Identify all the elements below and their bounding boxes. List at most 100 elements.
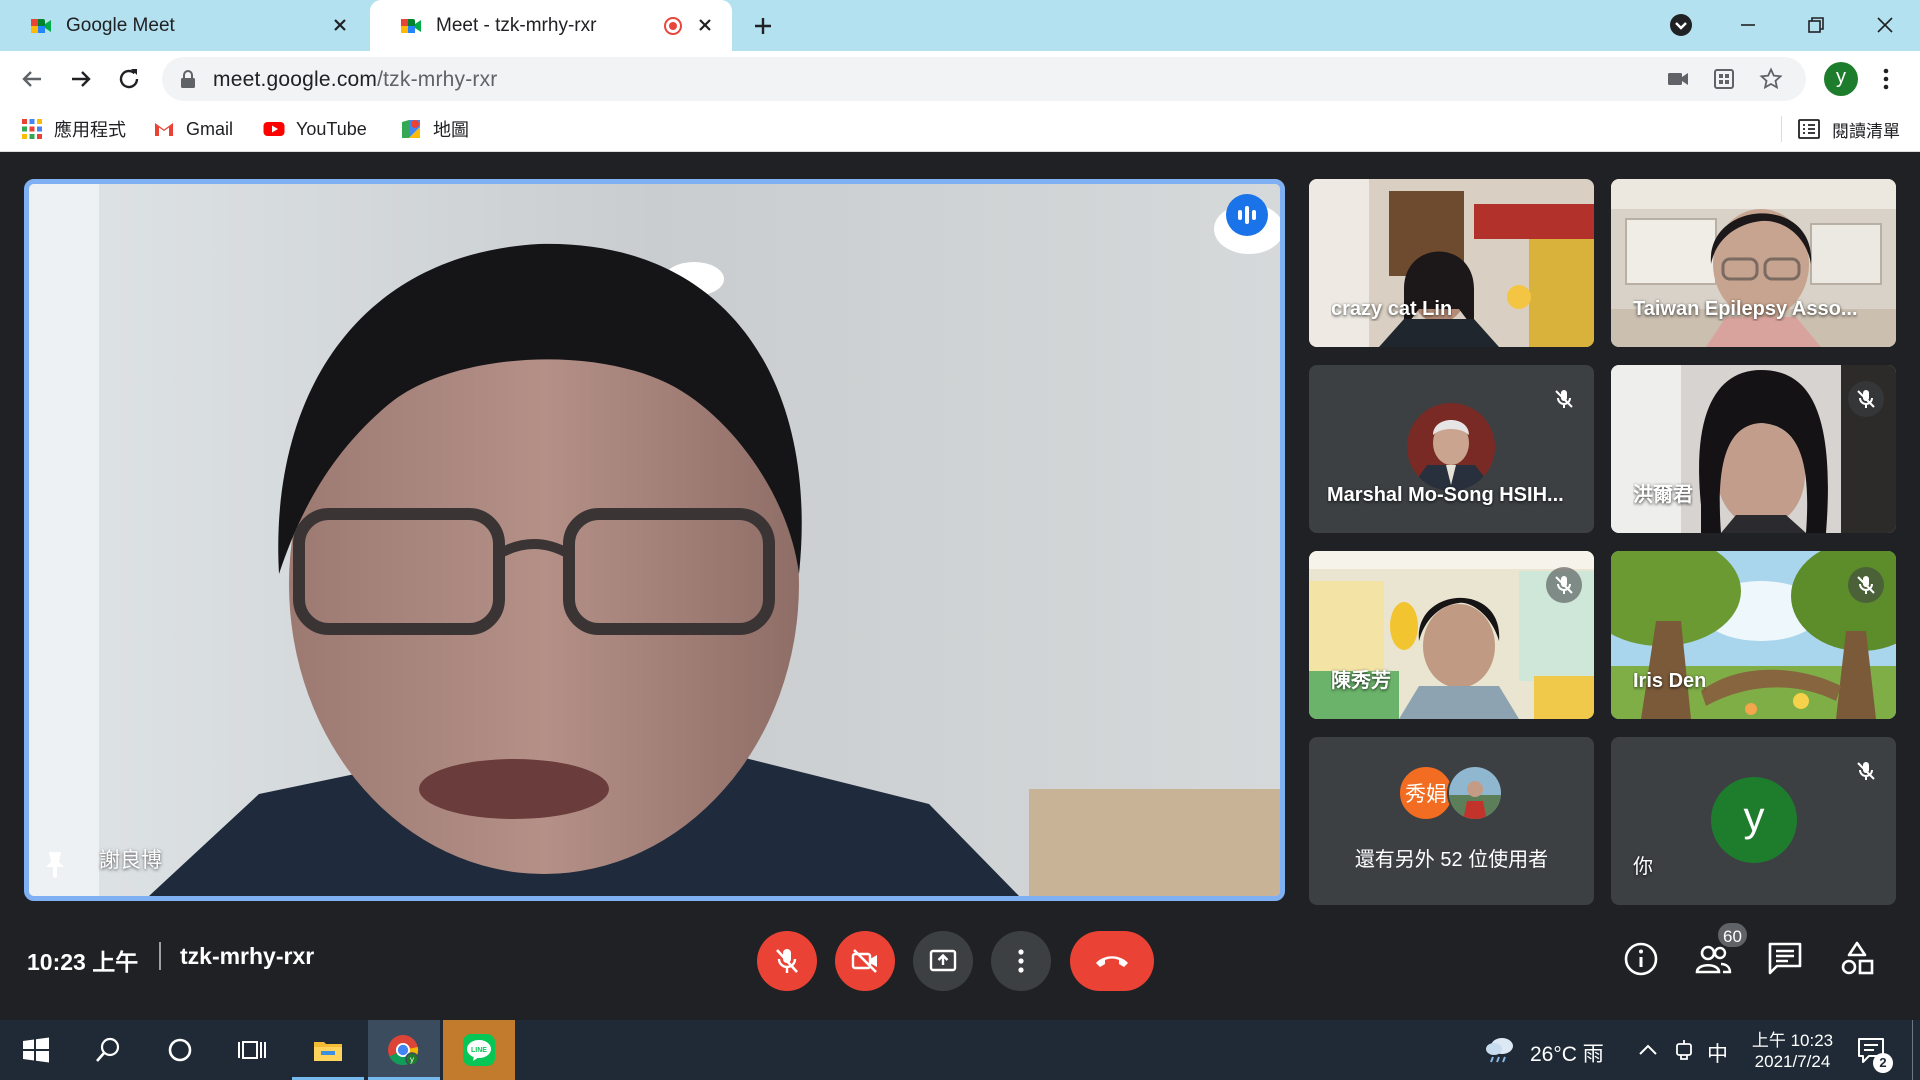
svg-text:y: y [410,1055,414,1064]
cortana-icon[interactable] [164,1034,196,1066]
toggle-camera-button[interactable] [835,931,895,991]
taskbar-file-explorer[interactable] [292,1020,364,1080]
weather-rain-icon[interactable] [1482,1032,1518,1068]
muted-indicator [1848,381,1884,417]
participant-name: Marshal Mo-Song HSIH... [1327,484,1564,506]
browser-toolbar: meet.google.com/tzk-mrhy-rxr y [0,51,1920,107]
meet-favicon-icon [31,18,51,33]
bookmark-gmail[interactable]: Gmail [153,116,233,142]
mic-off-icon [1857,390,1875,408]
mic-off-icon [776,949,798,973]
chrome-icon: y [388,1035,419,1066]
muted-indicator [1848,753,1884,789]
back-arrow-icon[interactable] [17,64,47,94]
muted-indicator [1546,567,1582,603]
file-explorer-icon [314,1042,342,1061]
avatar: 秀娟 [1398,765,1454,821]
participant-tile[interactable]: Taiwan Epilepsy Asso... [1611,179,1896,347]
restore-window-icon[interactable] [1799,8,1833,42]
participant-name: 陳秀芳 [1331,670,1391,692]
participant-name: 洪爾君 [1633,484,1693,506]
tab-meet-call[interactable]: Meet - tzk-mrhy-rxr [370,0,732,51]
bookmark-maps[interactable]: 地圖 [400,116,469,142]
url-text[interactable]: meet.google.com/tzk-mrhy-rxr [213,68,498,92]
profile-avatar[interactable]: y [1824,62,1858,96]
tab-title: Google Meet [66,14,175,36]
participant-name: Taiwan Epilepsy Asso... [1633,298,1858,320]
apps-grid-icon [22,119,42,139]
pin-icon[interactable] [44,850,66,878]
toggle-mic-button[interactable] [757,931,817,991]
system-clock-date[interactable]: 2021/7/24 [1745,1052,1840,1072]
reload-icon[interactable] [114,64,144,94]
participant-tile[interactable]: Marshal Mo-Song HSIH... [1309,365,1594,533]
tab-google-meet[interactable]: Google Meet [0,0,367,51]
present-screen-button[interactable] [913,931,973,991]
main-speaker-video [29,184,1280,896]
participant-tile[interactable]: 陳秀芳 [1309,551,1594,719]
bookmark-star-icon[interactable] [1759,67,1783,91]
weather-text[interactable]: 26°C 雨 [1530,1038,1604,1068]
participant-name: crazy cat Lin [1331,298,1453,320]
activities-icon[interactable] [1837,939,1877,979]
input-method-indicator[interactable]: 中 [1707,1038,1728,1068]
camera-off-icon [851,949,877,973]
participant-name: Iris Den [1633,670,1707,692]
others-count-label: 還有另外 52 位使用者 [1354,849,1549,871]
recording-indicator-icon [664,17,682,35]
hang-up-icon [1096,956,1128,967]
meeting-details-icon[interactable] [1621,939,1661,979]
task-view-icon[interactable] [236,1034,268,1066]
close-tab-icon[interactable] [327,12,353,38]
leave-call-button[interactable] [1070,931,1154,991]
extensions-grid-icon[interactable] [1712,67,1736,91]
line-app-icon: LINE [463,1034,495,1066]
camera-permission-icon[interactable] [1666,67,1690,91]
new-tab-plus-icon[interactable] [748,11,778,41]
maps-icon [402,120,420,138]
tab-title: Meet - tzk-mrhy-rxr [436,14,597,36]
toolbar-divider [1781,116,1782,142]
network-icon[interactable] [1672,1036,1696,1064]
forward-arrow-icon[interactable] [66,64,96,94]
show-desktop-divider[interactable] [1912,1020,1913,1080]
notification-count-badge: 2 [1873,1053,1893,1073]
main-speaker-tile[interactable]: 謝良博 [24,179,1285,901]
avatar: y [1711,777,1797,863]
tab-search-icon[interactable] [1664,8,1698,42]
search-icon[interactable] [92,1034,124,1066]
meet-stage: 謝良博 crazy cat Lin Taiwan Epilepsy Asso..… [0,153,1920,1020]
speaking-indicator-icon [1226,194,1268,236]
close-window-icon[interactable] [1868,8,1902,42]
close-tab-icon[interactable] [692,12,718,38]
bookmark-youtube[interactable]: YouTube [263,116,367,142]
other-participants-tile[interactable]: 秀娟 還有另外 52 位使用者 [1309,737,1594,905]
chevron-up-icon[interactable] [1636,1036,1660,1064]
windows-taskbar: y LINE 26°C 雨 中 上午 10:23 2021/7/24 2 [0,1020,1920,1080]
mic-off-icon [1857,762,1875,780]
bookmark-apps[interactable]: 應用程式 [21,116,126,142]
self-tile[interactable]: y 你 [1611,737,1896,905]
meeting-code[interactable]: tzk-mrhy-rxr [180,943,314,970]
youtube-icon [263,122,285,136]
windows-start-icon[interactable] [20,1034,52,1066]
participant-tile[interactable]: 洪爾君 [1611,365,1896,533]
taskbar-chrome[interactable]: y [368,1020,440,1080]
reading-list-button[interactable]: 閱讀清單 [1781,116,1900,142]
meet-favicon-icon [401,18,421,33]
more-options-button[interactable] [991,931,1051,991]
minimize-window-icon[interactable] [1731,8,1765,42]
lock-icon[interactable] [180,70,196,88]
participant-name: 謝良博 [99,849,162,872]
more-vertical-icon[interactable] [1874,64,1898,94]
mic-off-icon [1857,576,1875,594]
participant-tile[interactable]: Iris Den [1611,551,1896,719]
system-clock-time[interactable]: 上午 10:23 [1745,1026,1840,1051]
participant-tile[interactable]: crazy cat Lin [1309,179,1594,347]
participant-video [1611,179,1896,347]
tab-strip: Google Meet Meet - tzk-mrhy-rxr [0,0,1920,51]
gmail-icon [155,123,173,136]
address-bar[interactable]: meet.google.com/tzk-mrhy-rxr [162,57,1806,101]
taskbar-line[interactable]: LINE [443,1020,515,1080]
chat-icon[interactable] [1765,939,1805,979]
